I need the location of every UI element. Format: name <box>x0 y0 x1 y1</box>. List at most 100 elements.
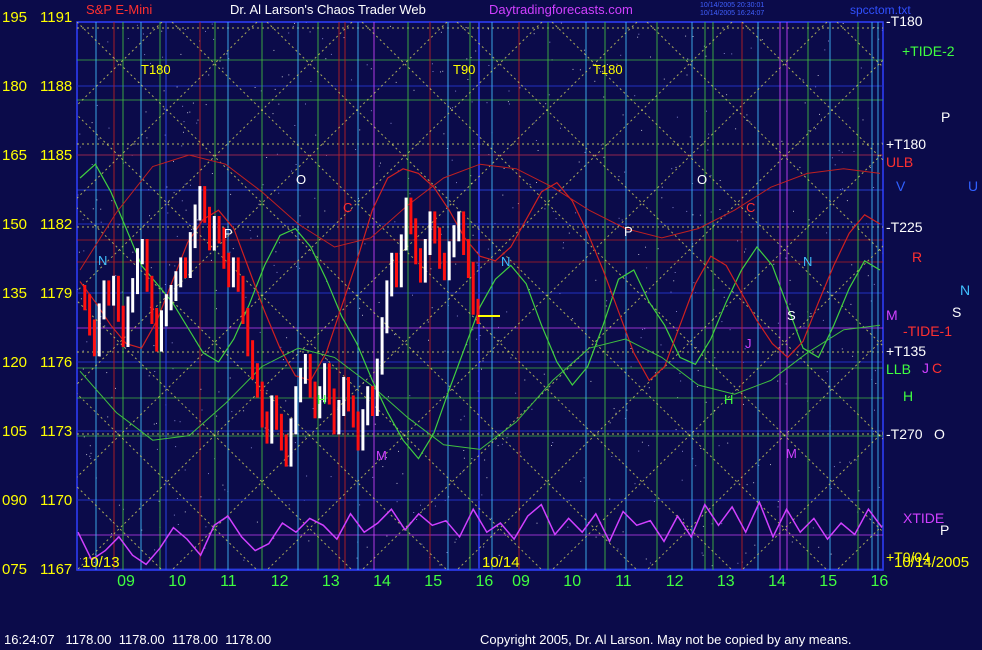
star-dot <box>272 113 274 115</box>
star-dot <box>180 53 182 55</box>
star-dot <box>579 69 581 71</box>
star-dot <box>770 464 771 466</box>
star-dot <box>162 56 164 58</box>
star-dot <box>86 454 88 456</box>
star-dot <box>745 248 747 250</box>
star-dot <box>226 53 228 55</box>
star-dot <box>873 283 875 285</box>
star-dot <box>463 415 465 417</box>
star-dot <box>179 421 181 423</box>
star-dot <box>723 296 725 298</box>
star-dot <box>777 380 779 382</box>
right-label: +T0/04 <box>886 549 930 565</box>
star-dot <box>617 548 619 550</box>
star-dot <box>481 494 483 496</box>
star-dot <box>672 207 674 209</box>
star-dot <box>675 429 677 431</box>
star-dot <box>80 298 82 300</box>
planet-mark: N <box>803 254 812 269</box>
star-dot <box>153 423 155 425</box>
star-dot <box>276 271 278 273</box>
star-dot <box>650 56 651 58</box>
star-dot <box>222 67 224 69</box>
star-dot <box>278 192 280 194</box>
star-dot <box>648 387 650 389</box>
y-price-label: 1173 <box>40 423 72 440</box>
star-dot <box>288 74 290 76</box>
star-dot <box>543 373 545 375</box>
star-dot <box>714 357 716 359</box>
star-dot <box>420 504 421 506</box>
star-dot <box>645 246 646 248</box>
star-dot <box>812 527 814 529</box>
star-dot <box>729 329 731 331</box>
star-dot <box>108 127 110 129</box>
star-dot <box>488 65 490 66</box>
star-dot <box>482 360 484 362</box>
star-dot <box>660 344 662 346</box>
star-dot <box>156 422 157 424</box>
star-dot <box>176 86 178 88</box>
star-dot <box>510 357 512 359</box>
star-dot <box>700 448 702 449</box>
x-hour-label: 15 <box>424 573 442 590</box>
star-dot <box>176 498 178 499</box>
star-dot <box>355 149 357 150</box>
star-dot <box>606 300 608 302</box>
planet-mark: H <box>724 392 733 407</box>
star-dot <box>702 554 704 556</box>
star-dot <box>817 75 819 76</box>
star-dot <box>256 521 258 523</box>
star-dot <box>215 289 217 291</box>
star-dot <box>107 416 109 418</box>
star-dot <box>706 110 707 112</box>
star-dot <box>174 265 176 267</box>
star-dot <box>535 140 537 141</box>
star-dot <box>777 501 779 503</box>
star-dot <box>90 458 92 460</box>
star-dot <box>862 119 864 121</box>
star-dot <box>324 210 326 212</box>
y-price-label: 1182 <box>40 216 72 233</box>
star-dot <box>294 22 295 24</box>
star-dot <box>144 54 146 56</box>
star-dot <box>466 58 468 60</box>
star-dot <box>552 442 554 443</box>
star-dot <box>777 506 779 508</box>
star-dot <box>537 150 539 151</box>
star-dot <box>154 371 156 372</box>
x-hour-label: 12 <box>271 573 289 590</box>
star-dot <box>432 71 434 72</box>
star-dot <box>707 149 709 151</box>
right-label: M <box>886 307 898 323</box>
star-dot <box>567 526 569 528</box>
star-dot <box>395 81 397 83</box>
star-dot <box>646 267 648 269</box>
star-dot <box>364 243 366 245</box>
star-dot <box>486 477 488 479</box>
star-dot <box>232 248 234 250</box>
star-dot <box>777 322 779 324</box>
star-dot <box>815 128 817 130</box>
star-dot <box>791 541 793 543</box>
planet-mark: N <box>501 254 510 269</box>
star-dot <box>846 200 848 202</box>
chart-title: Dr. Al Larson's Chaos Trader Web <box>230 2 426 17</box>
star-dot <box>502 194 504 196</box>
star-dot <box>692 214 694 216</box>
star-dot <box>90 452 92 454</box>
star-dot <box>578 161 580 163</box>
star-dot <box>326 359 328 361</box>
star-dot <box>463 457 465 459</box>
star-dot <box>737 240 739 242</box>
right-label: LLB <box>886 361 911 377</box>
star-dot <box>471 458 473 460</box>
star-dot <box>507 101 509 103</box>
right-label: O <box>934 426 945 442</box>
star-dot <box>830 488 832 489</box>
star-dot <box>266 157 268 158</box>
star-dot <box>781 140 783 142</box>
star-dot <box>201 409 203 411</box>
star-dot <box>456 315 458 317</box>
star-dot <box>804 102 806 104</box>
